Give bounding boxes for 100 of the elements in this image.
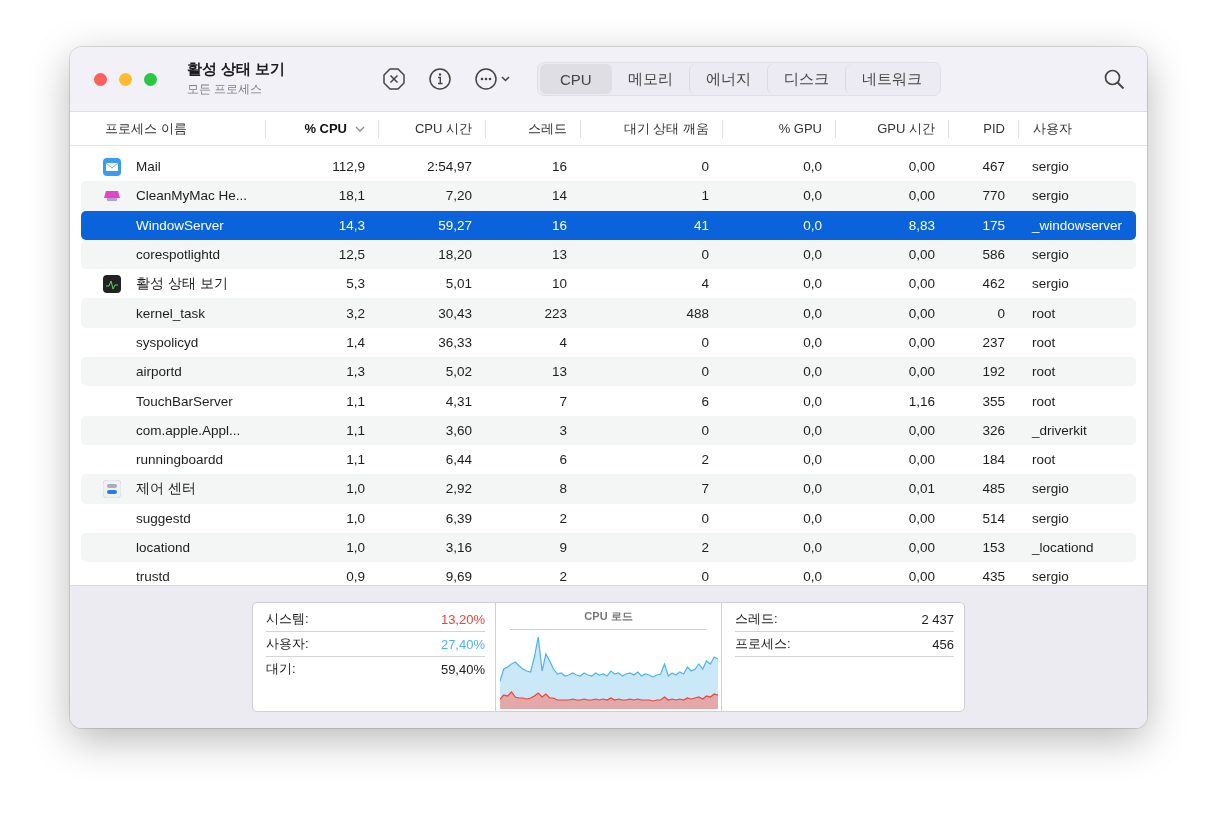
table-cell-text: 1,1 (345, 422, 366, 438)
table-cell-text: root (1031, 393, 1057, 409)
table-cell-text: 0,0 (802, 569, 823, 585)
process-row[interactable]: TouchBarServer 1,1 4,31 7 6 0,0 1,16 355 root (81, 386, 1136, 416)
stat-value: 27,40% (440, 636, 485, 652)
table-cell-text: 1,0 (345, 540, 366, 555)
column-header[interactable]: 프로세스 이름 (81, 119, 265, 138)
close-button[interactable] (94, 72, 107, 86)
table-cell-text: 0,00 (907, 364, 936, 380)
table-cell-text: 0,00 (907, 305, 936, 321)
search-icon[interactable] (1104, 68, 1125, 90)
table-cell-text: 12,5 (337, 247, 366, 263)
table-cell-text: 5,01 (444, 276, 473, 292)
view-tab[interactable]: CPU (540, 64, 612, 94)
table-cell-text: 0,0 (802, 217, 823, 233)
table-cell-text: 16 (550, 217, 568, 233)
table-cell-text: 467 (981, 159, 1006, 175)
toggle-icon (103, 479, 121, 498)
column-header[interactable]: PID (948, 119, 1018, 138)
stat-label: 대기: (266, 660, 296, 678)
table-cell-text: 18,20 (437, 247, 473, 263)
table-cell-text: _driverkit (1030, 422, 1088, 438)
table-cell-text: 488 (685, 305, 710, 321)
process-name: 활성 상태 보기 (136, 274, 228, 293)
table-cell-text: 192 (981, 364, 1006, 380)
process-name: CleanMyMac He... (136, 188, 248, 204)
process-row[interactable]: syspolicyd 1,4 36,33 4 0 0,0 0,00 237 root (81, 327, 1136, 358)
table-cell-text: 0,0 (802, 364, 823, 380)
table-cell-text: 1,1 (345, 393, 366, 409)
process-row[interactable]: airportd 1,3 5,02 13 0 0,0 0,00 192 root (81, 357, 1136, 387)
table-cell-text: 3 (558, 422, 568, 438)
process-row[interactable]: 활성 상태 보기 5,3 5,01 10 4 0,0 0,00 462 sergio (81, 269, 1136, 299)
table-cell-text: 9 (558, 540, 568, 555)
table-cell-text: 175 (981, 217, 1006, 233)
table-cell-text: 30,43 (437, 305, 473, 321)
process-row[interactable]: locationd 1,0 3,16 9 2 0,0 0,00 153 _locationd (81, 532, 1136, 563)
table-cell-text: 1,3 (345, 364, 366, 380)
column-header[interactable]: GPU 시간 (835, 119, 948, 138)
stat-label: 시스템: (266, 610, 309, 628)
view-tab[interactable]: 메모리 (611, 64, 689, 94)
table-cell-text: 0,0 (802, 422, 823, 438)
table-cell-text: 0 (700, 569, 710, 585)
table-cell-text: 0,00 (907, 422, 936, 438)
table-cell-text: 0,0 (802, 334, 823, 350)
table-cell-text: 485 (981, 481, 1006, 497)
column-header[interactable]: CPU 시간 (378, 119, 485, 138)
table-cell-text: 0 (700, 510, 710, 526)
process-row[interactable]: CleanMyMac He... 18,1 7,20 14 1 0,0 0,00 770 sergio (81, 181, 1136, 211)
column-header[interactable]: 사용자 (1018, 119, 1135, 138)
table-cell-text: 0,00 (907, 452, 936, 468)
process-name: locationd (136, 540, 191, 555)
column-header[interactable]: % GPU (722, 119, 835, 138)
process-row[interactable]: corespotlightd 12,5 18,20 13 0 0,0 0,00 586 sergio (81, 239, 1136, 270)
view-tab[interactable]: 네트워크 (844, 64, 938, 94)
column-header[interactable]: 스레드 (485, 119, 580, 138)
process-row[interactable]: suggestd 1,0 6,39 2 0 0,0 0,00 514 sergio (81, 503, 1136, 533)
process-name: corespotlightd (136, 247, 221, 263)
process-row[interactable]: WindowServer 14,3 59,27 16 41 0,0 8,83 175 _windowserver (81, 210, 1136, 240)
process-row[interactable]: trustd 0,9 9,69 2 0 0,0 0,00 435 sergio (81, 562, 1136, 585)
stat-label: 사용자: (266, 635, 309, 653)
more-options-icon[interactable] (475, 68, 511, 90)
process-name: WindowServer (136, 217, 224, 233)
table-cell-text: 5,02 (444, 364, 473, 380)
table-cell-text: 586 (981, 247, 1006, 263)
table-cell-text: 6 (700, 393, 710, 409)
table-cell-text: 0,00 (907, 276, 936, 292)
process-name: 제어 센터 (136, 479, 196, 498)
process-row[interactable]: 제어 센터 1,0 2,92 8 7 0,0 0,01 485 sergio (81, 474, 1136, 504)
table-cell-text: 59,27 (437, 217, 473, 233)
table-cell-text: 1,1 (345, 452, 366, 468)
table-cell-text: 153 (981, 540, 1006, 555)
table-cell-text: 223 (543, 305, 568, 321)
info-icon[interactable] (429, 68, 451, 90)
process-row[interactable]: Mail 112,9 2:54,97 16 0 0,0 0,00 467 sergio (81, 152, 1136, 182)
view-tab[interactable]: 에너지 (688, 64, 767, 94)
table-cell-text: 36,33 (437, 334, 473, 350)
process-row[interactable]: kernel_task 3,2 30,43 223 488 0,0 0,00 0 root (81, 298, 1136, 328)
column-header[interactable]: % CPU (265, 119, 378, 138)
table-cell-text: 0,01 (907, 481, 936, 497)
table-cell-text: 1,0 (345, 481, 366, 497)
table-cell-text: sergio (1031, 276, 1070, 292)
process-name: TouchBarServer (136, 393, 233, 409)
table-cell-text: _windowserver (1030, 217, 1124, 233)
table-cell-text: 7 (558, 393, 568, 409)
table-cell-text: 0,0 (802, 393, 823, 409)
table-cell-text: 435 (981, 569, 1006, 585)
table-cell-text: sergio (1031, 510, 1070, 526)
table-cell-text: 2 (558, 510, 568, 526)
table-cell-text: sergio (1031, 159, 1070, 175)
process-name: runningboardd (136, 452, 224, 468)
column-header[interactable]: 대기 상태 깨움 (580, 119, 722, 138)
table-cell-text: 10 (550, 276, 568, 292)
stat-value: 456 (932, 636, 954, 652)
process-row[interactable]: com.apple.Appl... 1,1 3,60 3 0 0,0 0,00 326 _driverkit (81, 415, 1136, 445)
table-cell-text: 41 (692, 217, 710, 233)
table-cell-text: sergio (1031, 481, 1070, 497)
view-tab[interactable]: 디스크 (766, 64, 845, 94)
process-row[interactable]: runningboardd 1,1 6,44 6 2 0,0 0,00 184 root (81, 444, 1136, 475)
table-cell-text: 0,00 (907, 159, 936, 175)
stop-process-icon[interactable] (383, 68, 405, 90)
